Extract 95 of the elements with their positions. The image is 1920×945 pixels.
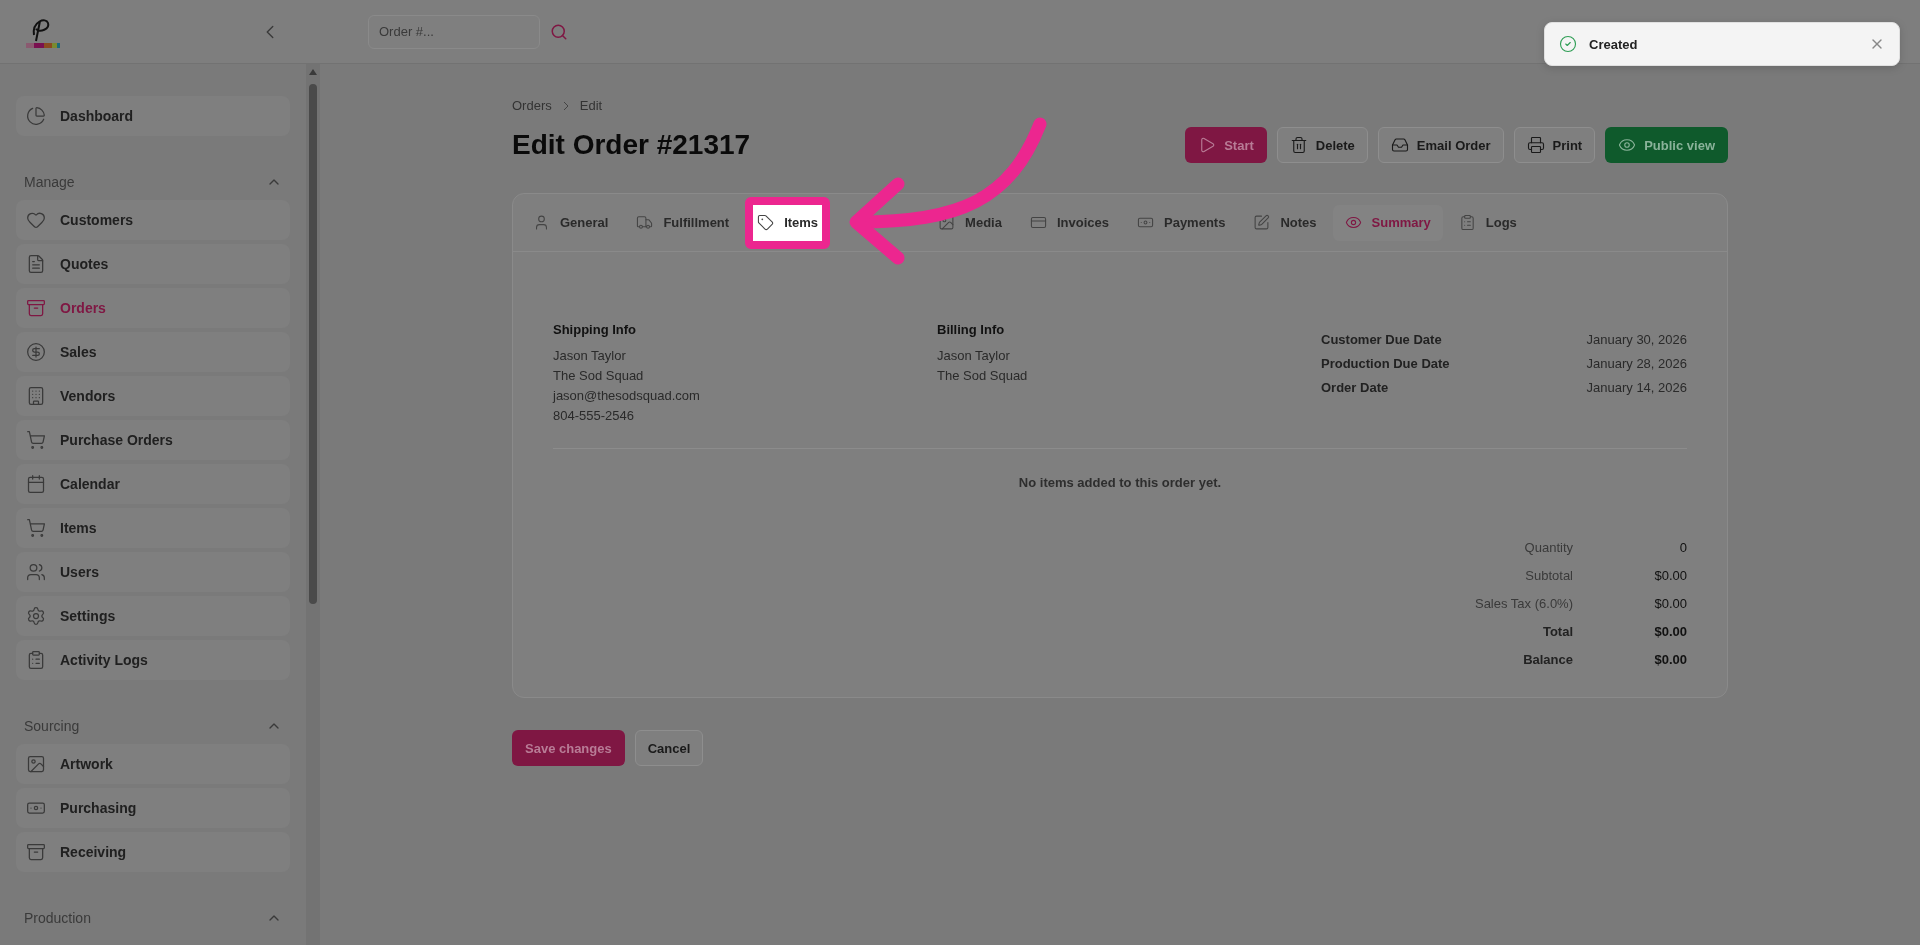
action-button[interactable]: Public view	[1605, 127, 1728, 163]
image-icon	[26, 754, 46, 774]
clipboard-icon	[1458, 214, 1476, 231]
info-line: The Sod Squad	[553, 367, 645, 385]
total-label: Subtotal	[1524, 568, 1573, 583]
date-label: Customer Due Date	[1321, 331, 1442, 349]
pencil-icon	[1253, 214, 1271, 231]
tab[interactable]: Summary	[1332, 204, 1443, 241]
inbox-icon	[1390, 136, 1409, 154]
total-label: Quantity	[1523, 540, 1573, 555]
sidebar-item[interactable]: Users	[16, 552, 290, 592]
empty-message: No items added to this order yet.	[1017, 475, 1223, 490]
section-title: Billing Info	[937, 321, 1006, 339]
heart-icon	[26, 210, 46, 230]
tab[interactable]: Fulfillment	[624, 204, 742, 241]
building-icon	[26, 386, 46, 406]
sidebar-item[interactable]: Quotes	[16, 244, 290, 284]
page-title: Edit Order #21317	[512, 129, 751, 161]
section-title: Production	[24, 910, 91, 926]
date-value: January 14, 2026	[1586, 379, 1687, 397]
eye-icon	[1618, 136, 1637, 154]
sidebar-item[interactable]: Vendors	[16, 376, 290, 416]
info-line: jason@thesodsquad.com	[553, 387, 701, 405]
tab[interactable]: Notes	[1241, 204, 1329, 241]
scrollbar[interactable]	[306, 64, 320, 945]
tab[interactable]: Media	[926, 204, 1014, 241]
sidebar-item[interactable]: Sales	[16, 332, 290, 372]
info-line: 804-555-2546	[553, 407, 635, 425]
search-icon[interactable]	[550, 22, 568, 41]
tab[interactable]: Logs	[1446, 204, 1529, 241]
total-value: $0.00	[1653, 624, 1687, 639]
tag-icon	[757, 214, 775, 231]
date-label: Production Due Date	[1321, 355, 1450, 373]
info-line: Jason Taylor	[937, 347, 1011, 365]
sidebar-item[interactable]: Orders	[16, 288, 290, 328]
breadcrumb-link[interactable]: Orders	[512, 98, 552, 113]
action-button[interactable]: Delete	[1276, 127, 1368, 163]
box-icon	[26, 298, 46, 318]
truck-icon	[636, 214, 654, 231]
scroll-up-icon[interactable]	[308, 68, 318, 76]
total-label: Total	[1541, 624, 1573, 639]
total-label: Sales Tax (6.0%)	[1474, 596, 1573, 611]
users-icon	[26, 562, 46, 582]
total-label: Balance	[1522, 652, 1573, 667]
toast-message: Created	[1589, 36, 1639, 52]
section-title: Shipping Info	[553, 321, 638, 339]
info-line: The Sod Squad	[937, 367, 1029, 385]
eye-icon	[1344, 214, 1362, 231]
cart-icon	[26, 518, 46, 538]
gear-icon	[26, 606, 46, 626]
sidebar-item[interactable]: Dashboard	[16, 96, 290, 136]
printer-icon	[1526, 136, 1545, 154]
section-title: Sourcing	[24, 718, 80, 734]
date-label: Order Date	[1321, 379, 1389, 397]
form-button[interactable]: Save changes	[512, 730, 625, 766]
box-icon	[26, 842, 46, 862]
sidebar-item[interactable]: Settings	[16, 596, 290, 636]
dollar-icon	[26, 342, 46, 362]
user-icon	[533, 214, 550, 231]
sidebar-item[interactable]: Customers	[16, 200, 290, 240]
action-button[interactable]: Print	[1513, 127, 1596, 163]
sidebar-item[interactable]: Activity Logs	[16, 640, 290, 680]
action-button[interactable]: Email Order	[1377, 127, 1504, 163]
calendar-icon	[26, 474, 46, 494]
date-value: January 28, 2026	[1586, 355, 1687, 373]
search-field[interactable]: Order #...	[368, 14, 540, 49]
sidebar-item[interactable]: Calendar	[16, 464, 290, 504]
form-button[interactable]: Cancel	[634, 730, 704, 766]
pie-chart-icon	[26, 106, 46, 126]
document-icon	[26, 254, 46, 274]
date-value: January 30, 2026	[1586, 331, 1687, 349]
info-line: Jason Taylor	[553, 347, 627, 365]
total-value: $0.00	[1653, 596, 1687, 611]
trash-icon	[1289, 136, 1308, 154]
tab[interactable]: General	[521, 204, 621, 241]
tab[interactable]: Items	[745, 196, 831, 249]
sidebar-item[interactable]: Receiving	[16, 832, 290, 872]
breadcrumb-link[interactable]: Edit	[579, 98, 603, 113]
total-value: $0.00	[1653, 568, 1687, 583]
sidebar-item[interactable]: Purchase Orders	[16, 420, 290, 460]
total-value: 0	[1678, 540, 1687, 555]
sidebar-item[interactable]: Artwork	[16, 744, 290, 784]
check-icon	[1559, 35, 1577, 53]
tab[interactable]: Payments	[1125, 204, 1238, 241]
chevron-icon	[561, 100, 570, 111]
section-title: Manage	[24, 174, 75, 190]
action-button[interactable]: Start	[1185, 127, 1267, 163]
cart-icon	[26, 430, 46, 450]
tab[interactable]: Invoices	[1017, 204, 1121, 241]
clipboard-icon	[26, 650, 46, 670]
total-value: $0.00	[1653, 652, 1687, 667]
card-icon	[1029, 214, 1047, 231]
play-icon	[1198, 136, 1217, 154]
sidebar-item[interactable]: Items	[16, 508, 290, 548]
sidebar-item[interactable]: Purchasing	[16, 788, 290, 828]
